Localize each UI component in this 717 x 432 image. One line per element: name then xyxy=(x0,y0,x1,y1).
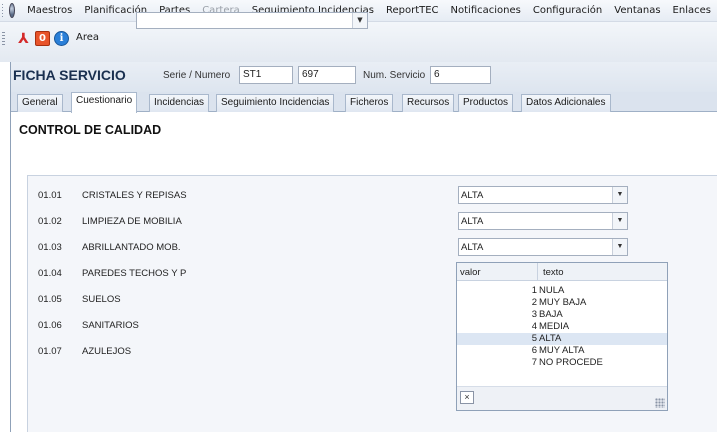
section-title: CONTROL DE CALIDAD xyxy=(19,123,162,137)
question-code: 01.03 xyxy=(38,242,62,253)
chevron-down-icon[interactable]: ▼ xyxy=(612,187,627,203)
col-texto-header[interactable]: texto xyxy=(543,267,564,278)
tab-recursos[interactable]: Recursos xyxy=(402,94,455,112)
resize-grip-icon[interactable] xyxy=(655,398,665,408)
area-label: Area xyxy=(76,32,100,43)
page-title: FICHA SERVICIO xyxy=(13,67,126,83)
tab-bar: General Cuestionario Incidencias Seguimient… xyxy=(11,92,717,113)
chevron-down-icon[interactable]: ▼ xyxy=(612,213,627,229)
question-row: 01.02 LIMPIEZA DE MOBILIA ALTA ▼ xyxy=(28,209,717,235)
menu-item[interactable]: Maestros xyxy=(21,5,78,16)
dropdown-option[interactable]: 6 MUY ALTA xyxy=(457,345,667,357)
question-description: ABRILLANTADO MOB. xyxy=(82,242,181,253)
question-description: CRISTALES Y REPISAS xyxy=(82,190,187,201)
menu-item[interactable]: Configuración xyxy=(527,5,608,16)
serie-label: Serie / Numero xyxy=(163,70,231,81)
option-valor: 4 xyxy=(531,321,537,332)
option-valor: 7 xyxy=(531,357,537,368)
tab-general[interactable]: General xyxy=(17,94,63,112)
value-dropdown-popup: valor texto 1 NULA 2 MUY BAJA 3 BAJA 4 MEDIA 5 AL… xyxy=(456,262,668,411)
info-icon[interactable]: i xyxy=(54,31,69,46)
dropdown-option[interactable]: 5 ALTA xyxy=(457,333,667,345)
option-valor: 5 xyxy=(531,333,537,344)
menu-item[interactable]: Ventanas xyxy=(608,5,666,16)
question-code: 01.07 xyxy=(38,346,62,357)
question-value: ALTA xyxy=(461,216,484,227)
col-valor-header[interactable]: valor xyxy=(460,267,481,278)
question-value: ALTA xyxy=(461,190,484,201)
num-servicio-field[interactable]: 6 xyxy=(430,66,491,84)
option-valor: 1 xyxy=(531,285,537,296)
chevron-down-icon[interactable]: ▼ xyxy=(612,239,627,255)
option-texto: MUY BAJA xyxy=(539,297,587,308)
option-texto: NULA xyxy=(539,285,565,296)
menu-grip[interactable] xyxy=(2,3,3,18)
question-description: LIMPIEZA DE MOBILIA xyxy=(82,216,182,227)
option-texto: BAJA xyxy=(539,309,563,320)
option-valor: 6 xyxy=(531,345,537,356)
tab-incidencias[interactable]: Incidencias xyxy=(149,94,210,112)
numero-field[interactable]: 697 xyxy=(298,66,356,84)
menu-item[interactable]: ReportTEC xyxy=(380,5,445,16)
question-code: 01.06 xyxy=(38,320,62,331)
tab-cuestionario[interactable]: Cuestionario xyxy=(71,92,138,113)
app-icon[interactable] xyxy=(8,3,16,18)
question-code: 01.05 xyxy=(38,294,62,305)
menu-item[interactable]: Notificaciones xyxy=(445,5,527,16)
dropdown-option[interactable]: 7 NO PROCEDE xyxy=(457,357,667,369)
question-value-select[interactable]: ALTA ▼ xyxy=(458,212,628,230)
question-description: SUELOS xyxy=(82,294,121,305)
menu-item[interactable]: Enlaces xyxy=(667,5,717,16)
question-row: 01.01 CRISTALES Y REPISAS ALTA ▼ xyxy=(28,183,717,209)
option-texto: NO PROCEDE xyxy=(539,357,603,368)
dropdown-footer: × xyxy=(457,386,667,410)
option-texto: ALTA xyxy=(539,333,562,344)
dropdown-option[interactable]: 2 MUY BAJA xyxy=(457,297,667,309)
dropdown-option[interactable]: 3 BAJA xyxy=(457,309,667,321)
num-servicio-label: Num. Servicio xyxy=(363,70,426,81)
question-row: 01.03 ABRILLANTADO MOB. ALTA ▼ xyxy=(28,235,717,261)
question-value: ALTA xyxy=(461,242,484,253)
question-value-select[interactable]: ALTA ▼ xyxy=(458,186,628,204)
pdf-icon[interactable]: ⅄ xyxy=(16,31,31,47)
form-header: FICHA SERVICIO Serie / Numero ST1 697 Nu… xyxy=(11,62,717,92)
tab-ficheros[interactable]: Ficheros xyxy=(345,94,394,112)
serie-field[interactable]: ST1 xyxy=(239,66,293,84)
question-code: 01.02 xyxy=(38,216,62,227)
clear-button[interactable]: × xyxy=(460,391,474,404)
option-texto: MEDIA xyxy=(539,321,570,332)
question-description: AZULEJOS xyxy=(82,346,132,357)
dropdown-option[interactable]: 4 MEDIA xyxy=(457,321,667,333)
tab-datos-adicionales[interactable]: Datos Adicionales xyxy=(521,94,611,112)
question-code: 01.04 xyxy=(38,268,62,279)
tab-seguimiento-incidencias[interactable]: Seguimiento Incidencias xyxy=(216,94,335,112)
toolbar-grip[interactable] xyxy=(2,32,5,46)
question-description: PAREDES TECHOS Y P xyxy=(82,268,187,279)
dropdown-header: valor texto xyxy=(457,263,667,281)
chevron-down-icon[interactable]: ▼ xyxy=(352,13,367,28)
area-select[interactable]: ▼ xyxy=(136,12,368,29)
option-texto: MUY ALTA xyxy=(539,345,585,356)
question-description: SANITARIOS xyxy=(82,320,139,331)
question-code: 01.01 xyxy=(38,190,62,201)
stop-icon[interactable]: 0 xyxy=(35,31,50,46)
option-valor: 2 xyxy=(531,297,537,308)
tab-productos[interactable]: Productos xyxy=(458,94,514,112)
option-valor: 3 xyxy=(531,309,537,320)
question-value-select[interactable]: ALTA ▼ xyxy=(458,238,628,256)
dropdown-option[interactable]: 1 NULA xyxy=(457,285,667,297)
